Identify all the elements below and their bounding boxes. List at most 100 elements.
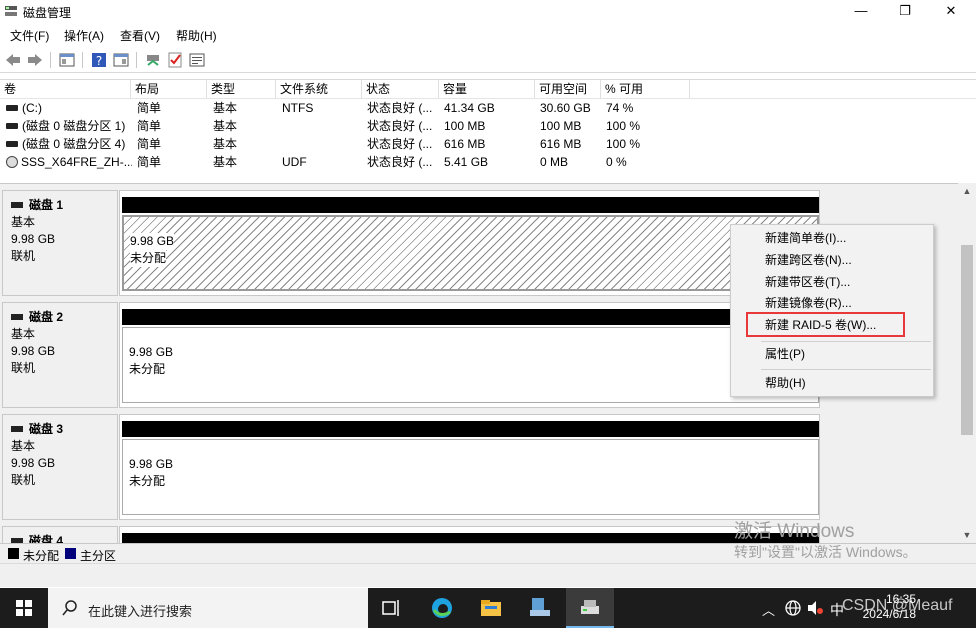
legend-unallocated: 未分配: [23, 549, 60, 563]
show-pane-icon[interactable]: [112, 51, 130, 69]
disk-label[interactable]: 磁盘 1 基本 9.98 GB 联机: [2, 190, 118, 296]
col-layout[interactable]: 布局: [131, 80, 207, 99]
tray-chevron-icon[interactable]: ︿: [762, 600, 775, 619]
unallocated-partition-selected[interactable]: 9.98 GB 未分配: [122, 215, 819, 291]
menu-new-spanned-volume[interactable]: 新建跨区卷(N)...: [765, 250, 852, 270]
primary-swatch: [65, 548, 76, 559]
menu-file[interactable]: 文件(F): [10, 27, 49, 44]
col-filesystem[interactable]: 文件系统: [276, 80, 362, 99]
disk-icon: [11, 313, 23, 320]
scroll-down-icon[interactable]: ▼: [961, 529, 973, 541]
context-menu: 新建简单卷(I)... 新建跨区卷(N)... 新建带区卷(T)... 新建镜像…: [730, 224, 934, 397]
disk-size: 9.98 GB: [11, 456, 56, 470]
legend-primary: 主分区: [80, 549, 117, 563]
menu-properties[interactable]: 属性(P): [765, 344, 805, 364]
menu-new-simple-volume[interactable]: 新建简单卷(I)...: [765, 228, 846, 248]
search-icon: [62, 600, 77, 616]
volume-fs: NTFS: [282, 101, 314, 115]
volume-pct: 100 %: [606, 137, 641, 151]
toolbar-separator: [50, 52, 51, 68]
scroll-up-icon[interactable]: ▲: [961, 185, 973, 197]
table-row[interactable]: (C:) 简单 基本 NTFS 状态良好 (... 41.34 GB 30.60…: [0, 99, 976, 117]
file-explorer-icon[interactable]: [479, 596, 503, 620]
volume-pct: 0 %: [606, 155, 627, 169]
partition-size: 9.98 GB: [129, 345, 174, 359]
volume-pct: 74 %: [606, 101, 634, 115]
col-volume[interactable]: 卷: [0, 80, 131, 99]
network-icon[interactable]: [784, 599, 802, 617]
volume-list: 卷 布局 类型 文件系统 状态 容量 可用空间 % 可用 (C:) 简单 基本 …: [0, 79, 976, 179]
partition-container: 9.98 GB 未分配: [119, 302, 820, 408]
volume-fs: [282, 117, 362, 135]
close-button[interactable]: ✕: [928, 0, 974, 22]
status-bar: [0, 563, 976, 587]
connect-icon[interactable]: [144, 51, 162, 69]
col-status[interactable]: 状态: [362, 80, 439, 99]
menu-help-item[interactable]: 帮助(H): [765, 373, 806, 393]
help-icon[interactable]: ?: [90, 51, 108, 69]
start-button[interactable]: [0, 588, 48, 628]
console-tree-icon[interactable]: [58, 51, 76, 69]
menu-action[interactable]: 操作(A): [64, 27, 104, 44]
volume-free: 616 MB: [540, 137, 582, 151]
windows-logo-icon: [16, 600, 32, 616]
disk-label[interactable]: 磁盘 3 基本 9.98 GB 联机: [2, 414, 118, 520]
clock-date: 2024/6/18: [862, 607, 916, 621]
cd-drive-icon: [6, 155, 18, 168]
volume-status: 状态良好 (...: [367, 155, 433, 169]
disk-management-taskbar-button[interactable]: [566, 588, 614, 628]
volume-capacity: 100 MB: [444, 119, 486, 133]
menu-new-mirrored-volume[interactable]: 新建镜像卷(R)...: [765, 293, 852, 313]
taskbar-search-box[interactable]: 在此键入进行搜索: [48, 588, 368, 628]
disk-label[interactable]: 磁盘 4: [2, 526, 118, 543]
task-view-icon[interactable]: [380, 596, 404, 620]
vertical-scrollbar[interactable]: ▲ ▼: [958, 183, 976, 543]
col-percent-free[interactable]: % 可用: [601, 80, 690, 99]
menu-new-striped-volume[interactable]: 新建带区卷(T)...: [765, 272, 850, 292]
volume-status: 状态良好 (...: [367, 137, 433, 151]
col-free-space[interactable]: 可用空间: [535, 80, 601, 99]
volume-name: SSS_X64FRE_ZH-...: [21, 155, 132, 169]
taskbar: 在此键入进行搜索 ︿ 中 CSDN @Meauf 16:35 2024/6/18: [0, 588, 976, 628]
volume-capacity: 5.41 GB: [444, 155, 489, 169]
unallocated-partition[interactable]: 9.98 GB 未分配: [122, 327, 819, 403]
disk-type: 基本: [11, 215, 36, 229]
col-capacity[interactable]: 容量: [439, 80, 535, 99]
volume-name: (磁盘 0 磁盘分区 4): [22, 137, 126, 151]
forward-arrow-icon[interactable]: [26, 51, 44, 69]
check-icon[interactable]: [166, 51, 184, 69]
properties-icon[interactable]: [188, 51, 206, 69]
activate-windows-title: 激活 Windows: [734, 521, 855, 542]
minimize-button[interactable]: —: [838, 0, 884, 22]
unallocated-partition[interactable]: 9.98 GB 未分配: [122, 439, 819, 515]
volume-type: 基本: [213, 119, 238, 133]
volume-pct: 100 %: [606, 119, 641, 133]
menu-bar: 文件(F) 操作(A) 查看(V) 帮助(H): [0, 24, 976, 44]
menu-view[interactable]: 查看(V): [120, 27, 160, 44]
maximize-button[interactable]: ❐: [882, 0, 928, 22]
volume-type: 基本: [213, 137, 238, 151]
col-type[interactable]: 类型: [207, 80, 276, 99]
unallocated-bar: [122, 421, 819, 437]
disk-icon: [11, 425, 23, 432]
scroll-thumb[interactable]: [961, 245, 973, 435]
unallocated-bar: [122, 533, 819, 543]
partition-container: 9.98 GB 未分配: [119, 414, 820, 520]
disk-label[interactable]: 磁盘 2 基本 9.98 GB 联机: [2, 302, 118, 408]
menu-separator: [761, 341, 931, 342]
server-manager-icon[interactable]: [528, 596, 552, 620]
menu-help[interactable]: 帮助(H): [176, 27, 217, 44]
edge-browser-icon[interactable]: [430, 596, 454, 620]
volume-muted-icon[interactable]: [806, 599, 824, 617]
taskbar-clock[interactable]: 16:35 2024/6/18: [856, 592, 916, 622]
unallocated-bar: [122, 197, 819, 213]
disk-size: 9.98 GB: [11, 232, 56, 246]
table-row[interactable]: (磁盘 0 磁盘分区 1) 简单 基本 状态良好 (... 100 MB 100…: [0, 117, 976, 135]
table-row[interactable]: (磁盘 0 磁盘分区 4) 简单 基本 状态良好 (... 616 MB 616…: [0, 135, 976, 153]
disk-name: 磁盘 3: [29, 422, 64, 436]
table-row[interactable]: SSS_X64FRE_ZH-... 简单 基本 UDF 状态良好 (... 5.…: [0, 153, 976, 171]
back-arrow-icon[interactable]: [4, 51, 22, 69]
disk-row: 磁盘 1 基本 9.98 GB 联机 9.98 GB 未分配: [2, 186, 820, 296]
toolbar-separator: [136, 52, 137, 68]
clock-time: 16:35: [885, 592, 916, 606]
